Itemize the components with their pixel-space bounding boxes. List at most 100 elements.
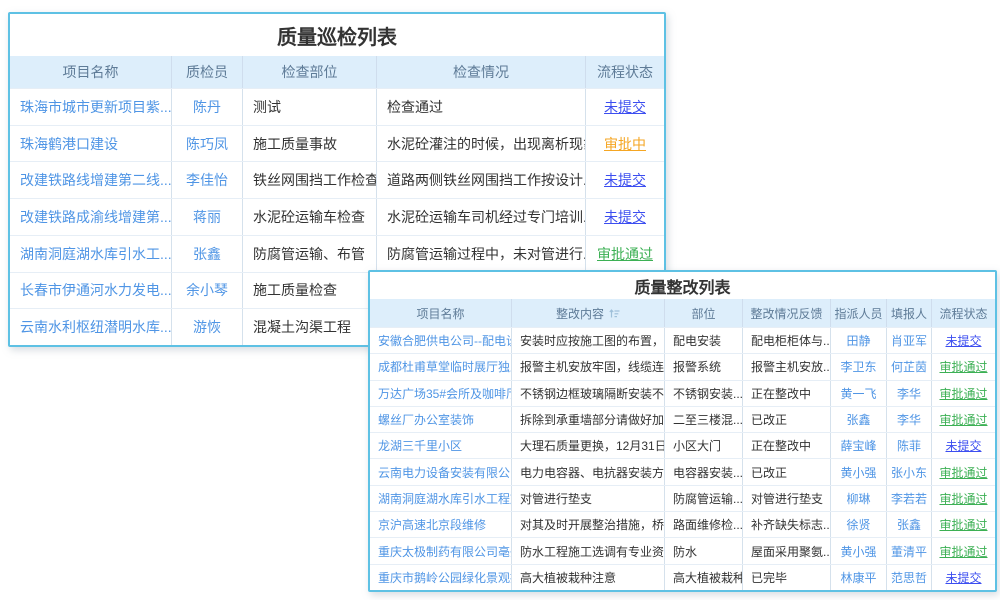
- cell-assignee[interactable]: 田静: [831, 328, 887, 353]
- cell-reporter[interactable]: 范思哲: [887, 565, 932, 590]
- cell-reporter[interactable]: 董清平: [887, 538, 932, 563]
- cell-part-text: 电容器安装...: [673, 464, 743, 481]
- cell-part: 铁丝网围挡工作检查: [243, 162, 377, 198]
- cell-assignee-text: 徐贤: [846, 516, 870, 533]
- cell-content-text: 高大植被栽种注意: [520, 569, 616, 586]
- column-header-content[interactable]: 整改内容: [512, 299, 665, 327]
- cell-assignee[interactable]: 张鑫: [831, 407, 887, 432]
- cell-assignee-text: 李卫东: [840, 358, 876, 375]
- cell-part: 混凝土沟渠工程: [243, 309, 377, 345]
- cell-status[interactable]: 未提交: [932, 433, 995, 458]
- cell-part: 不锈钢安装...: [665, 381, 743, 406]
- cell-status-text: 未提交: [604, 207, 646, 227]
- cell-assignee-text: 田静: [846, 332, 870, 349]
- cell-status[interactable]: 未提交: [932, 328, 995, 353]
- column-header-label: 整改情况反馈: [750, 305, 822, 322]
- sort-icon: [609, 308, 620, 319]
- cell-assignee[interactable]: 黄小强: [831, 459, 887, 484]
- cell-status[interactable]: 审批通过: [932, 486, 995, 511]
- cell-reporter[interactable]: 李若若: [887, 486, 932, 511]
- column-header-assignee: 指派人员: [831, 299, 887, 327]
- cell-status[interactable]: 未提交: [586, 162, 664, 198]
- cell-assignee-text: 张鑫: [846, 411, 870, 428]
- cell-inspector[interactable]: 游恢: [172, 309, 243, 345]
- cell-reporter[interactable]: 陈菲: [887, 433, 932, 458]
- cell-project[interactable]: 云南水利枢纽潜明水库...: [10, 309, 172, 345]
- cell-inspector[interactable]: 李佳怡: [172, 162, 243, 198]
- cell-status[interactable]: 审批通过: [932, 354, 995, 379]
- cell-project[interactable]: 珠海市城市更新项目紫...: [10, 89, 172, 125]
- cell-project-text: 龙湖三千里小区: [378, 437, 462, 454]
- cell-content-text: 安装时应按施工图的布置，将...: [520, 332, 665, 349]
- cell-status[interactable]: 审批通过: [932, 459, 995, 484]
- cell-status[interactable]: 未提交: [586, 89, 664, 125]
- table-row: 京沪高速北京段维修对其及时开展整治措施，桥头...路面维修检...补齐缺失标志.…: [370, 511, 995, 537]
- table-row: 改建铁路线增建第二线...李佳怡铁丝网围挡工作检查道路两侧铁丝网围挡工作按设计.…: [10, 161, 664, 198]
- cell-reporter[interactable]: 张鑫: [887, 512, 932, 537]
- cell-project[interactable]: 成都杜甫草堂临时展厅独立展...: [370, 354, 512, 379]
- cell-inspector[interactable]: 蒋丽: [172, 199, 243, 235]
- cell-project-text: 万达广场35#会所及咖啡厅空...: [378, 385, 512, 402]
- cell-project[interactable]: 珠海鹤港口建设: [10, 126, 172, 162]
- cell-project[interactable]: 改建铁路线增建第二线...: [10, 162, 172, 198]
- cell-assignee[interactable]: 黄小强: [831, 538, 887, 563]
- cell-part: 报警系统: [665, 354, 743, 379]
- cell-part: 测试: [243, 89, 377, 125]
- cell-project-text: 改建铁路线增建第二线...: [20, 170, 172, 190]
- cell-assignee[interactable]: 林康平: [831, 565, 887, 590]
- table-row: 重庆市鹅岭公园绿化景观提升...高大植被栽种注意高大植被栽种已完毕林康平范思哲未…: [370, 564, 995, 590]
- cell-project[interactable]: 安徽合肥供电公司--配电设备...: [370, 328, 512, 353]
- cell-status[interactable]: 未提交: [932, 565, 995, 590]
- cell-project[interactable]: 龙湖三千里小区: [370, 433, 512, 458]
- table-row: 螺丝厂办公室装饰拆除到承重墙部分请做好加固...二至三楼混...已改正张鑫李华审…: [370, 406, 995, 432]
- cell-status[interactable]: 审批通过: [932, 538, 995, 563]
- cell-inspector[interactable]: 陈巧凤: [172, 126, 243, 162]
- cell-reporter-text: 董清平: [891, 543, 927, 560]
- cell-project[interactable]: 重庆市鹅岭公园绿化景观提升...: [370, 565, 512, 590]
- cell-assignee[interactable]: 柳琳: [831, 486, 887, 511]
- cell-inspector-text: 李佳怡: [186, 170, 228, 190]
- inspection-table-header: 项目名称质检员检查部位检查情况流程状态: [10, 56, 664, 88]
- cell-project[interactable]: 改建铁路成渝线增建第...: [10, 199, 172, 235]
- cell-reporter[interactable]: 肖亚军: [887, 328, 932, 353]
- cell-status[interactable]: 审批中: [586, 126, 664, 162]
- cell-reporter[interactable]: 何芷茵: [887, 354, 932, 379]
- cell-content: 拆除到承重墙部分请做好加固...: [512, 407, 665, 432]
- cell-project[interactable]: 湖南洞庭湖水库引水工程施工I标: [370, 486, 512, 511]
- cell-assignee[interactable]: 薛宝峰: [831, 433, 887, 458]
- cell-inspector-text: 蒋丽: [193, 207, 221, 227]
- column-header-part: 部位: [665, 299, 743, 327]
- cell-feedback-text: 已改正: [751, 411, 787, 428]
- cell-part-text: 路面维修检...: [673, 516, 743, 533]
- cell-assignee[interactable]: 黄一飞: [831, 381, 887, 406]
- cell-reporter[interactable]: 李华: [887, 381, 932, 406]
- cell-feedback: 报警主机安放...: [743, 354, 831, 379]
- column-header-reporter: 填报人: [887, 299, 932, 327]
- cell-inspector[interactable]: 余小琴: [172, 273, 243, 309]
- cell-assignee[interactable]: 徐贤: [831, 512, 887, 537]
- cell-status[interactable]: 未提交: [586, 199, 664, 235]
- cell-project[interactable]: 京沪高速北京段维修: [370, 512, 512, 537]
- cell-status[interactable]: 审批通过: [586, 236, 664, 272]
- cell-inspector[interactable]: 张鑫: [172, 236, 243, 272]
- cell-project[interactable]: 长春市伊通河水力发电...: [10, 273, 172, 309]
- cell-reporter[interactable]: 张小东: [887, 459, 932, 484]
- cell-content: 不锈钢边框玻璃隔断安装不牢...: [512, 381, 665, 406]
- cell-project[interactable]: 云南电力设备安装有限公司20...: [370, 459, 512, 484]
- cell-status[interactable]: 审批通过: [932, 407, 995, 432]
- cell-project[interactable]: 万达广场35#会所及咖啡厅空...: [370, 381, 512, 406]
- cell-part-text: 施工质量检查: [253, 280, 337, 300]
- cell-assignee[interactable]: 李卫东: [831, 354, 887, 379]
- cell-part: 施工质量检查: [243, 273, 377, 309]
- cell-project[interactable]: 湖南洞庭湖水库引水工...: [10, 236, 172, 272]
- cell-project[interactable]: 螺丝厂办公室装饰: [370, 407, 512, 432]
- cell-assignee-text: 黄小强: [840, 464, 876, 481]
- cell-inspector[interactable]: 陈丹: [172, 89, 243, 125]
- cell-project-text: 成都杜甫草堂临时展厅独立展...: [378, 358, 512, 375]
- cell-content: 防水工程施工选调有专业资质...: [512, 538, 665, 563]
- cell-status[interactable]: 审批通过: [932, 381, 995, 406]
- cell-status[interactable]: 审批通过: [932, 512, 995, 537]
- cell-inspector-text: 张鑫: [193, 244, 221, 264]
- cell-reporter[interactable]: 李华: [887, 407, 932, 432]
- cell-project[interactable]: 重庆太极制药有限公司亳州中...: [370, 538, 512, 563]
